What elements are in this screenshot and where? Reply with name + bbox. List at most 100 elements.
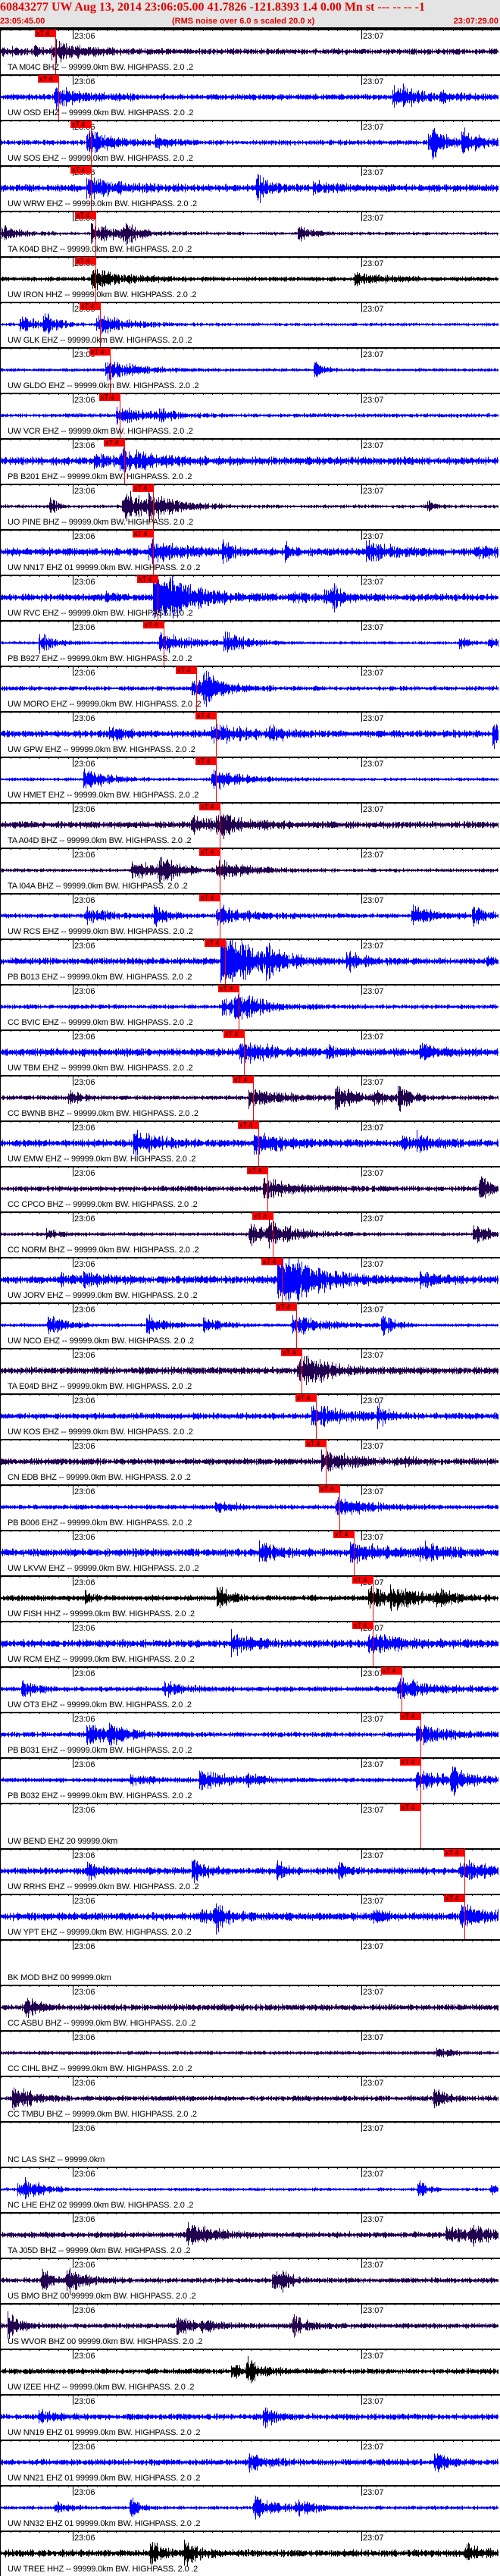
minute-label: 23:07 [363,1942,384,1951]
pick-marker[interactable]: xT 4 [444,1849,465,1857]
minute-label: 23:07 [363,1442,384,1451]
station-label: UW LKVW EHZ -- 99999.0km BW. HIGHPASS. 2… [8,1564,199,1573]
minute-label: 23:06 [74,2261,95,2270]
waveform [1,813,498,839]
pick-marker[interactable]: xT 4 [133,484,154,492]
station-label: CN EDB BHZ -- 99999.0km BW. HIGHPASS. 2.… [8,1473,191,1482]
pick-marker[interactable]: xT 4 [223,1030,245,1038]
station-label: UW HMET EHZ -- 99999.0km BW. HIGHPASS. 2… [8,791,199,800]
minute-label: 23:07 [363,1169,384,1178]
pick-marker[interactable]: xT 4 [195,757,217,765]
pick-marker[interactable]: xT 4 [247,1167,268,1174]
station-label: UW IZEE HHZ -- 99999.0km BW. HIGHPASS. 2… [8,2383,195,2392]
pick-marker[interactable]: xT 4 [205,939,226,947]
trace-row: 23:06 23:07 NC LHE EHZ 02 99999.0km BW. HI… [0,2167,500,2212]
minute-label: 23:06 [74,532,95,541]
pick-marker[interactable]: xT 4 [75,257,96,265]
pick-marker[interactable]: xT 4 [295,1394,317,1402]
minute-label: 23:06 [74,1806,95,1815]
pick-marker[interactable]: xT 4 [233,1076,254,1083]
station-label: UW OT3 EHZ -- 99999.0km BW. HIGHPASS. 2.… [8,1700,192,1709]
pick-marker[interactable]: xT 4 [35,30,56,37]
pick-marker[interactable]: xT 4 [70,166,92,174]
pick-marker[interactable]: xT 4 [319,1485,340,1493]
pick-marker[interactable]: xT 4 [381,1667,402,1675]
minute-label: 23:07 [363,396,384,405]
pick-marker[interactable]: xT 4 [261,1258,283,1265]
pick-marker[interactable]: xT 4 [176,666,197,674]
pick-marker[interactable]: xT 4 [444,1894,465,1902]
trace-row: 23:0623:07xT 4UW GLK EHZ -- 99999.0km BW… [0,302,500,347]
trace-row: 23:06 23:07 xT 4 CC NORM BHZ -- 99999.0km B… [0,1211,500,1257]
minute-label: 23:06 [74,2352,95,2361]
minute-label: 23:07 [363,259,384,268]
pick-marker[interactable]: xT 4 [99,393,120,401]
minute-label: 23:06 [74,623,95,632]
waveform [1,1998,498,2019]
pick-marker[interactable]: xT 4 [143,621,164,628]
pick-marker[interactable]: xT 4 [104,439,125,447]
pick-marker[interactable]: xT 4 [137,575,158,583]
pick-marker[interactable]: xT 4 [400,1804,421,1811]
pick-marker[interactable]: xT 4 [199,894,220,901]
waveform [1,406,498,426]
waveform [1,1042,498,1064]
waveform [1,362,498,381]
minute-label: 23:06 [74,2488,95,2497]
minute-label: 23:06 [74,669,95,678]
trace-row: 23:06 23:07 xT 4 TA A04D BHZ -- 99999.0km B… [0,802,500,848]
waveform [1,223,498,246]
station-label: US WVOR BHZ 00 99999.0km BW. HIGHPASS. 2… [8,2337,203,2346]
start-time: 23:05:45.00 [0,17,45,26]
pick-marker[interactable]: xT 4 [195,712,217,719]
minute-label: 23:06 [74,1260,95,1269]
frame-border [0,29,1,2576]
pick-marker[interactable]: xT 4 [133,530,154,537]
minute-label: 23:07 [363,2170,384,2179]
pick-marker[interactable]: xT 4 [238,1121,259,1129]
station-label: CC TMBU BHZ -- 99999.0km BW. HIGHPASS. 2… [8,2110,197,2119]
pick-marker[interactable]: xT 4 [276,1303,297,1311]
station-label: NC LAS SHZ -- 99999.0km [8,2155,105,2164]
pick-marker[interactable]: xT 4 [38,75,59,83]
pick-marker[interactable]: xT 4 [218,985,239,992]
pick-marker[interactable]: xT 4 [199,803,220,810]
pick-marker[interactable]: xT 4 [252,1212,273,1220]
station-label: UW IRON HHZ -- 99999.0km BW. HIGHPASS. 2… [8,290,197,299]
pick-marker[interactable]: xT 4 [199,848,220,856]
trace-row: 23:0623:07xT 4UW IRON HHZ -- 99999.0km B… [0,256,500,302]
pick-marker[interactable]: xT 4 [333,1531,355,1538]
pick-marker[interactable]: xT 4 [352,1576,373,1584]
pick-marker[interactable]: xT 4 [281,1349,302,1356]
trace-row: 23:06 23:07 xT 4 PB B013 EHZ -- 99999.0km B… [0,939,500,984]
minute-label: 23:07 [363,2534,384,2543]
minute-label: 23:06 [74,2397,95,2406]
waveform [1,269,498,290]
pick-marker[interactable]: xT 4 [70,121,92,128]
pick-marker[interactable]: xT 4 [89,348,111,356]
pick-marker[interactable]: xT 4 [352,1622,373,1629]
trace-row: 23:06 23:07 xT 4 PB B032 EHZ -- 99999.0km B… [0,1757,500,1803]
trace-row: 23:0623:07xT 4UW SOS EHZ -- 99999.0km BW… [0,120,500,165]
trace-row: 23:06 23:07 xT 4 PB B006 EHZ -- 99999.0km B… [0,1484,500,1530]
pick-marker[interactable]: xT 4 [75,212,96,219]
minute-label: 23:06 [74,1033,95,1042]
minute-label: 23:07 [363,851,384,860]
minute-label: 23:07 [363,305,384,314]
trace-row: 23:06 23:07 xT 4 CN EDB BHZ -- 99999.0km BW… [0,1439,500,1484]
minute-label: 23:07 [363,987,384,996]
waveform [1,1540,498,1564]
station-label: UW MORO EHZ -- 99999.0km BW. HIGHPASS. 2… [8,700,202,709]
minute-label: 23:06 [74,1578,95,1587]
pick-marker[interactable]: xT 4 [400,1713,421,1720]
waveform [1,2496,498,2520]
station-label: CC NORM BHZ -- 99999.0km BW. HIGHPASS. 2… [8,1246,199,1255]
station-label: UW RRHS EHZ -- 99999.0km BW. HIGHPASS. 2… [8,1882,199,1891]
station-label: CC CIHL BHZ -- 99999.0km BW. HIGHPASS. 2… [8,2064,192,2073]
station-label: PB B927 EHZ -- 99999.0km BW. HIGHPASS. 2… [8,654,192,663]
station-label: TA K04D BHZ -- 99999.0km BW. HIGHPASS. 2… [8,245,192,254]
pick-marker[interactable]: xT 4 [80,302,101,310]
pick-marker[interactable]: xT 4 [400,1758,421,1766]
pick-marker[interactable]: xT 4 [305,1440,327,1447]
minute-label: 23:06 [74,1851,95,1860]
